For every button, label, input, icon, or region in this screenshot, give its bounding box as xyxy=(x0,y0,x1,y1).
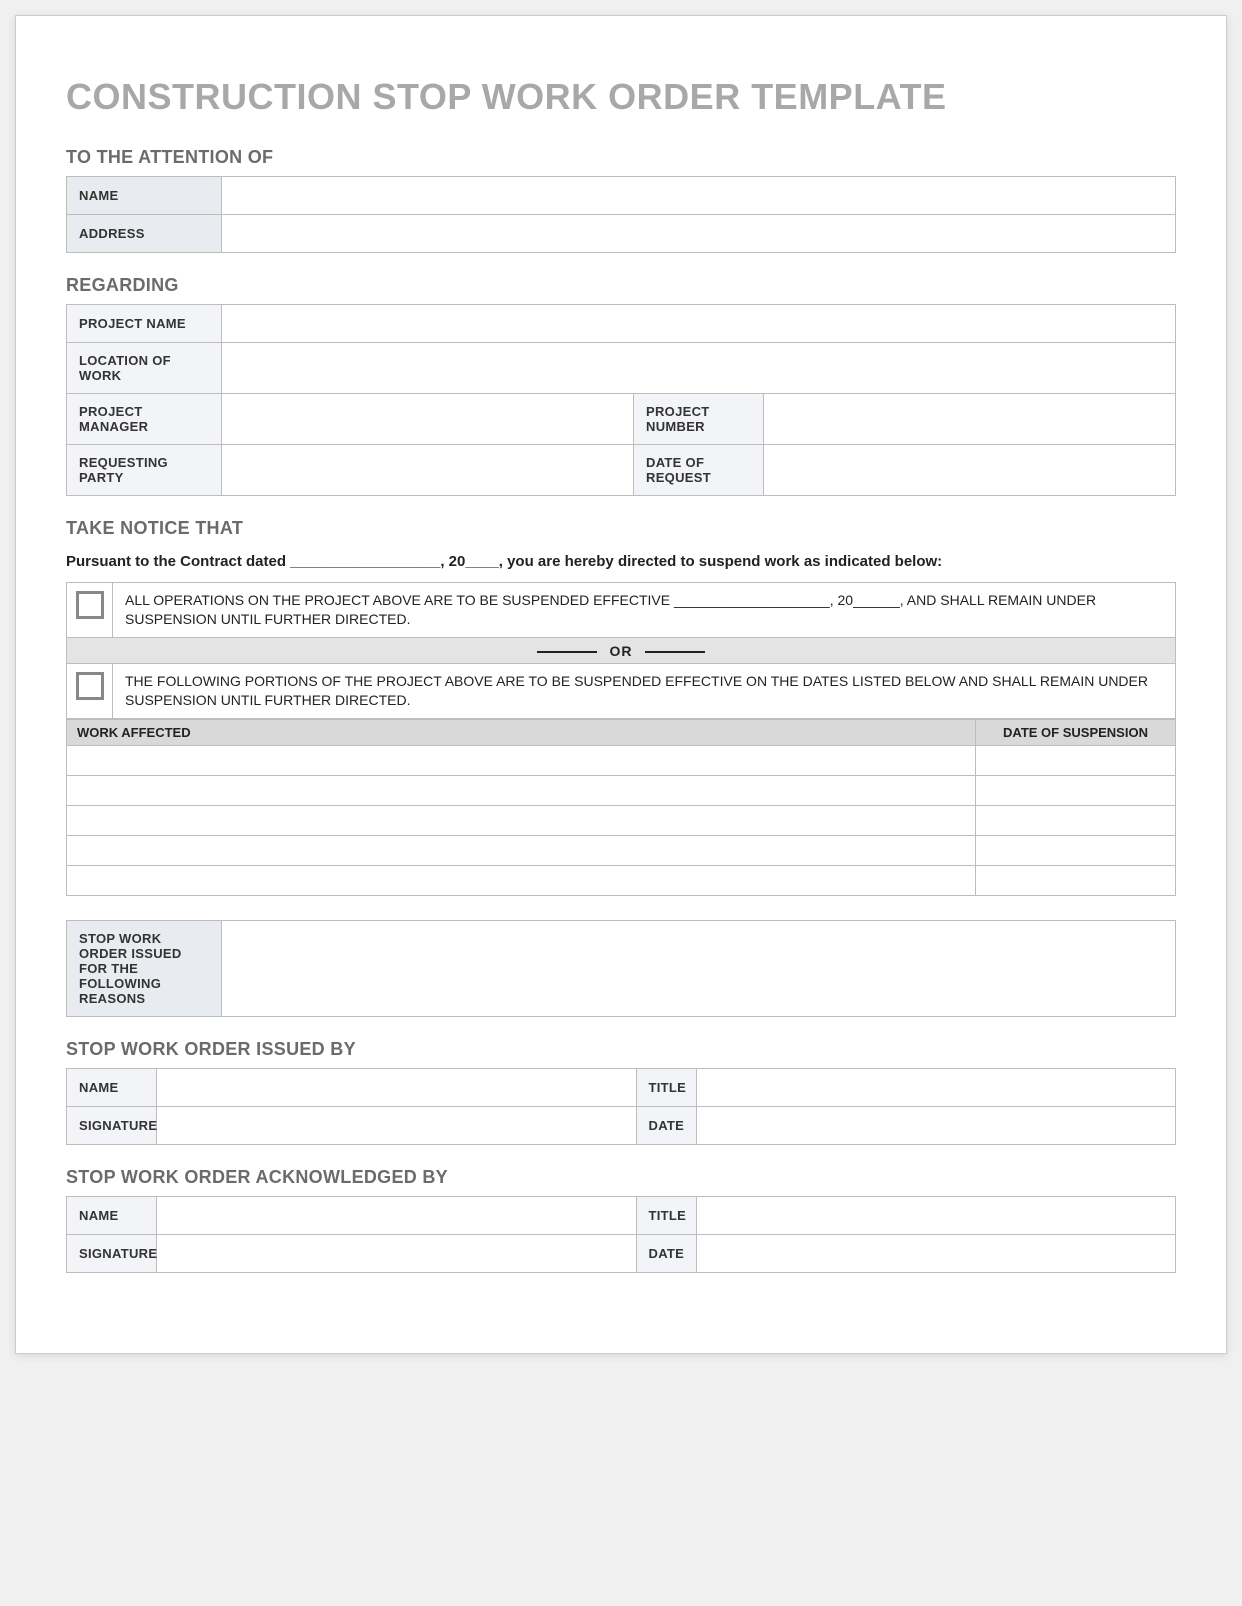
issued-name-input[interactable] xyxy=(169,1080,624,1095)
document-page: CONSTRUCTION STOP WORK ORDER TEMPLATE TO… xyxy=(15,15,1227,1354)
issued-by-table: NAME TITLE SIGNATURE DATE xyxy=(66,1068,1176,1145)
ack-signature-input[interactable] xyxy=(169,1246,624,1261)
reasons-cell xyxy=(222,920,1176,1016)
date-suspension-input-4[interactable] xyxy=(986,873,1165,888)
attention-address-input[interactable] xyxy=(234,226,1163,241)
attention-name-label: NAME xyxy=(67,177,222,215)
date-suspension-input-0[interactable] xyxy=(986,753,1165,768)
notice-intro: Pursuant to the Contract dated _________… xyxy=(66,551,1176,572)
or-divider: OR xyxy=(67,638,1176,664)
option2-text: THE FOLLOWING PORTIONS OF THE PROJECT AB… xyxy=(113,664,1176,719)
requesting-party-label: REQUESTING PARTY xyxy=(67,445,222,496)
ack-date-input[interactable] xyxy=(709,1246,1164,1261)
section-heading-acknowledged-by: STOP WORK ORDER ACKNOWLEDGED BY xyxy=(66,1167,1176,1188)
project-manager-cell xyxy=(222,394,634,445)
project-name-label: PROJECT NAME xyxy=(67,305,222,343)
attention-address-label: ADDRESS xyxy=(67,215,222,253)
date-suspension-input-3[interactable] xyxy=(986,843,1165,858)
issued-title-input[interactable] xyxy=(709,1080,1164,1095)
regarding-table: PROJECT NAME LOCATION OF WORK PROJECT MA… xyxy=(66,304,1176,496)
location-label: LOCATION OF WORK xyxy=(67,343,222,394)
work-affected-input-1[interactable] xyxy=(77,783,965,798)
issued-date-label: DATE xyxy=(636,1106,696,1144)
date-of-request-label: DATE OF REQUEST xyxy=(634,445,764,496)
notice-options-table: ALL OPERATIONS ON THE PROJECT ABOVE ARE … xyxy=(66,582,1176,719)
project-number-label: PROJECT NUMBER xyxy=(634,394,764,445)
table-row xyxy=(67,775,1176,805)
work-affected-input-2[interactable] xyxy=(77,813,965,828)
issued-title-label: TITLE xyxy=(636,1068,696,1106)
or-label: OR xyxy=(610,643,633,659)
section-heading-regarding: REGARDING xyxy=(66,275,1176,296)
table-row xyxy=(67,805,1176,835)
ack-signature-label: SIGNATURE xyxy=(67,1234,157,1272)
acknowledged-by-table: NAME TITLE SIGNATURE DATE xyxy=(66,1196,1176,1273)
section-heading-notice: TAKE NOTICE THAT xyxy=(66,518,1176,539)
ack-name-label: NAME xyxy=(67,1196,157,1234)
project-number-input[interactable] xyxy=(776,412,1163,427)
attention-address-cell xyxy=(222,215,1176,253)
option2-check-cell xyxy=(67,664,113,719)
project-name-cell xyxy=(222,305,1176,343)
issued-signature-label: SIGNATURE xyxy=(67,1106,157,1144)
or-line-right xyxy=(645,651,705,653)
table-row xyxy=(67,745,1176,775)
option2-checkbox[interactable] xyxy=(76,672,104,700)
work-affected-input-3[interactable] xyxy=(77,843,965,858)
option1-text: ALL OPERATIONS ON THE PROJECT ABOVE ARE … xyxy=(113,583,1176,638)
ack-name-input[interactable] xyxy=(169,1208,624,1223)
date-suspension-input-1[interactable] xyxy=(986,783,1165,798)
requesting-party-input[interactable] xyxy=(234,463,621,478)
work-affected-input-0[interactable] xyxy=(77,753,965,768)
date-of-request-cell xyxy=(764,445,1176,496)
location-cell xyxy=(222,343,1176,394)
project-name-input[interactable] xyxy=(234,316,1163,331)
ack-date-label: DATE xyxy=(636,1234,696,1272)
ack-title-input[interactable] xyxy=(709,1208,1164,1223)
reasons-table: STOP WORK ORDER ISSUED FOR THE FOLLOWING… xyxy=(66,920,1176,1017)
attention-name-cell xyxy=(222,177,1176,215)
location-input[interactable] xyxy=(234,361,1163,376)
table-row xyxy=(67,865,1176,895)
attention-name-input[interactable] xyxy=(234,188,1163,203)
attention-table: NAME ADDRESS xyxy=(66,176,1176,253)
ack-title-label: TITLE xyxy=(636,1196,696,1234)
reasons-input[interactable] xyxy=(234,961,1163,976)
reasons-label: STOP WORK ORDER ISSUED FOR THE FOLLOWING… xyxy=(67,920,222,1016)
work-affected-header: WORK AFFECTED xyxy=(67,719,976,745)
project-manager-label: PROJECT MANAGER xyxy=(67,394,222,445)
date-suspension-header: DATE OF SUSPENSION xyxy=(976,719,1176,745)
date-suspension-input-2[interactable] xyxy=(986,813,1165,828)
or-line-left xyxy=(537,651,597,653)
table-row xyxy=(67,835,1176,865)
section-heading-issued-by: STOP WORK ORDER ISSUED BY xyxy=(66,1039,1176,1060)
work-affected-table: WORK AFFECTED DATE OF SUSPENSION xyxy=(66,719,1176,896)
date-of-request-input[interactable] xyxy=(776,463,1163,478)
issued-name-label: NAME xyxy=(67,1068,157,1106)
project-number-cell xyxy=(764,394,1176,445)
section-heading-attention: TO THE ATTENTION OF xyxy=(66,147,1176,168)
requesting-party-cell xyxy=(222,445,634,496)
issued-date-input[interactable] xyxy=(709,1118,1164,1133)
option1-check-cell xyxy=(67,583,113,638)
project-manager-input[interactable] xyxy=(234,412,621,427)
work-affected-input-4[interactable] xyxy=(77,873,965,888)
option1-checkbox[interactable] xyxy=(76,591,104,619)
page-title: CONSTRUCTION STOP WORK ORDER TEMPLATE xyxy=(66,76,1176,117)
issued-signature-input[interactable] xyxy=(169,1118,624,1133)
